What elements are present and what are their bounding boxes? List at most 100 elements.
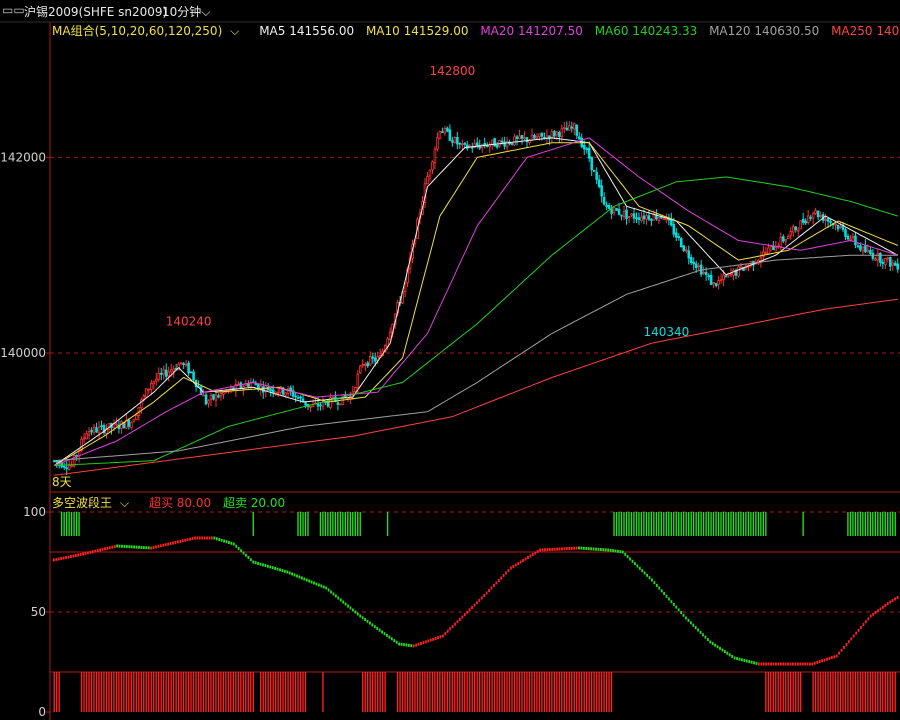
candle[interactable] [595, 167, 598, 185]
candle[interactable] [257, 383, 260, 392]
candle[interactable] [592, 169, 596, 172]
candle[interactable] [237, 381, 240, 386]
candle[interactable] [309, 406, 312, 413]
candle[interactable] [891, 259, 895, 271]
candle[interactable] [448, 124, 452, 141]
candle[interactable] [787, 234, 790, 240]
candle[interactable] [214, 391, 218, 407]
candle[interactable] [734, 268, 738, 280]
candle[interactable] [719, 273, 723, 284]
candle[interactable] [311, 399, 315, 408]
candle[interactable] [677, 233, 681, 241]
candle[interactable] [137, 407, 141, 421]
candle[interactable] [229, 384, 233, 394]
candle[interactable] [426, 172, 429, 185]
candle[interactable] [563, 121, 566, 133]
candle[interactable] [777, 242, 780, 249]
candle[interactable] [699, 259, 703, 277]
candle[interactable] [523, 131, 526, 141]
candle[interactable] [364, 362, 367, 372]
candle[interactable] [179, 362, 183, 366]
candle[interactable] [152, 380, 156, 390]
candle[interactable] [769, 244, 773, 253]
candle[interactable] [550, 128, 554, 144]
candle[interactable] [754, 258, 758, 265]
candle[interactable] [120, 419, 123, 434]
candle[interactable] [286, 385, 290, 397]
candle[interactable] [62, 462, 66, 471]
candle[interactable] [682, 245, 686, 253]
candle[interactable] [530, 128, 534, 141]
candle[interactable] [366, 360, 370, 368]
candle[interactable] [702, 266, 705, 275]
candle[interactable] [577, 132, 581, 140]
candlestick-series[interactable] [52, 121, 900, 475]
candle[interactable] [844, 227, 847, 241]
candle[interactable] [433, 146, 437, 170]
candle[interactable] [264, 381, 268, 398]
candle[interactable] [361, 359, 365, 369]
candle[interactable] [212, 394, 215, 401]
candle[interactable] [159, 368, 163, 381]
candle[interactable] [456, 131, 459, 150]
candle[interactable] [675, 228, 678, 241]
candle[interactable] [602, 192, 606, 206]
candle[interactable] [836, 224, 840, 232]
candle[interactable] [296, 394, 300, 400]
candle[interactable] [799, 220, 802, 230]
candle[interactable] [575, 124, 579, 139]
candle[interactable] [657, 216, 661, 224]
candle[interactable] [336, 397, 340, 411]
candle[interactable] [568, 121, 571, 131]
candle[interactable] [513, 133, 516, 147]
candle[interactable] [140, 397, 143, 415]
candle[interactable] [443, 126, 447, 136]
candle[interactable] [784, 238, 788, 246]
candle[interactable] [321, 397, 325, 411]
candle[interactable] [811, 211, 815, 225]
candle[interactable] [680, 237, 683, 248]
candle[interactable] [266, 383, 270, 391]
candle[interactable] [304, 401, 307, 409]
candle[interactable] [687, 245, 691, 265]
candle[interactable] [610, 204, 613, 220]
candle[interactable] [105, 424, 108, 439]
candle[interactable] [560, 124, 564, 143]
candle[interactable] [597, 174, 601, 189]
candle[interactable] [667, 213, 671, 226]
candle[interactable] [488, 141, 491, 153]
candle[interactable] [876, 248, 880, 267]
candle[interactable] [789, 227, 793, 240]
candle[interactable] [737, 265, 740, 278]
candle[interactable] [714, 282, 718, 288]
candle[interactable] [495, 142, 499, 150]
candle[interactable] [794, 226, 798, 233]
candle[interactable] [451, 136, 454, 147]
candle[interactable] [762, 245, 765, 262]
candle[interactable] [881, 258, 885, 270]
candle[interactable] [647, 209, 651, 221]
candle[interactable] [782, 234, 785, 244]
candle[interactable] [207, 399, 210, 408]
candle[interactable] [475, 137, 479, 149]
candle[interactable] [884, 257, 887, 270]
candle[interactable] [752, 260, 755, 272]
candle[interactable] [889, 256, 892, 271]
candle[interactable] [854, 231, 857, 249]
candle[interactable] [573, 122, 576, 136]
candle[interactable] [470, 142, 474, 153]
candle[interactable] [189, 371, 193, 374]
candle[interactable] [102, 423, 106, 436]
candle[interactable] [87, 427, 91, 440]
candle[interactable] [801, 212, 805, 226]
candle[interactable] [97, 421, 101, 440]
candle[interactable] [637, 212, 641, 225]
candle[interactable] [600, 179, 603, 203]
candle[interactable] [259, 379, 263, 396]
candle[interactable] [217, 393, 220, 399]
candle[interactable] [707, 273, 710, 281]
candle[interactable] [893, 260, 897, 266]
candle[interactable] [234, 379, 238, 397]
candle[interactable] [468, 144, 472, 149]
candle[interactable] [130, 421, 133, 430]
